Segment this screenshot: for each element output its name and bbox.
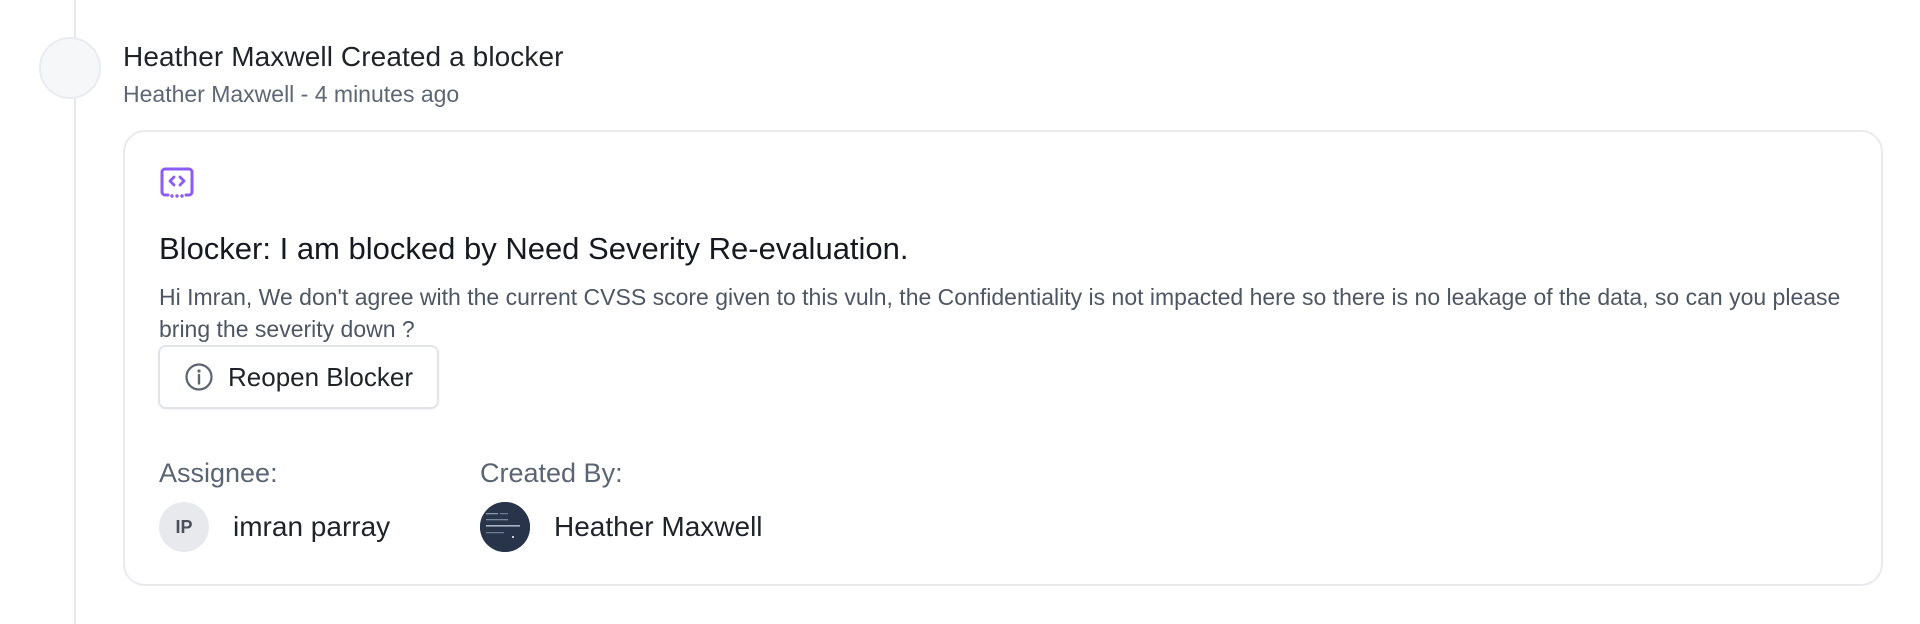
blocker-title: Blocker: I am blocked by Need Severity R… bbox=[159, 231, 909, 266]
event-title: Heather Maxwell Created a blocker bbox=[123, 41, 564, 72]
code-block-icon bbox=[159, 166, 195, 202]
reopen-blocker-label: Reopen Blocker bbox=[228, 361, 413, 392]
created-by-avatar bbox=[480, 502, 530, 552]
event-meta: Heather Maxwell - 4 minutes ago bbox=[123, 81, 460, 107]
event-header: Heather Maxwell Created a blocker Heathe… bbox=[123, 38, 564, 110]
assignee-user[interactable]: IP imran parray bbox=[159, 502, 390, 552]
reopen-blocker-button[interactable]: Reopen Blocker bbox=[158, 345, 439, 409]
created-by-label: Created By: bbox=[480, 458, 623, 488]
assignee-avatar: IP bbox=[159, 502, 209, 552]
blocker-card: Blocker: I am blocked by Need Severity R… bbox=[123, 130, 1883, 586]
info-circle-icon bbox=[184, 362, 214, 392]
assignee-name: imran parray bbox=[233, 511, 391, 542]
assignee-label: Assignee: bbox=[159, 458, 278, 488]
created-by-name: Heather Maxwell bbox=[554, 511, 763, 542]
blocker-description: Hi Imran, We don't agree with the curren… bbox=[159, 284, 1841, 342]
created-by-user[interactable]: Heather Maxwell bbox=[480, 502, 763, 552]
timeline-event-marker bbox=[39, 37, 101, 99]
